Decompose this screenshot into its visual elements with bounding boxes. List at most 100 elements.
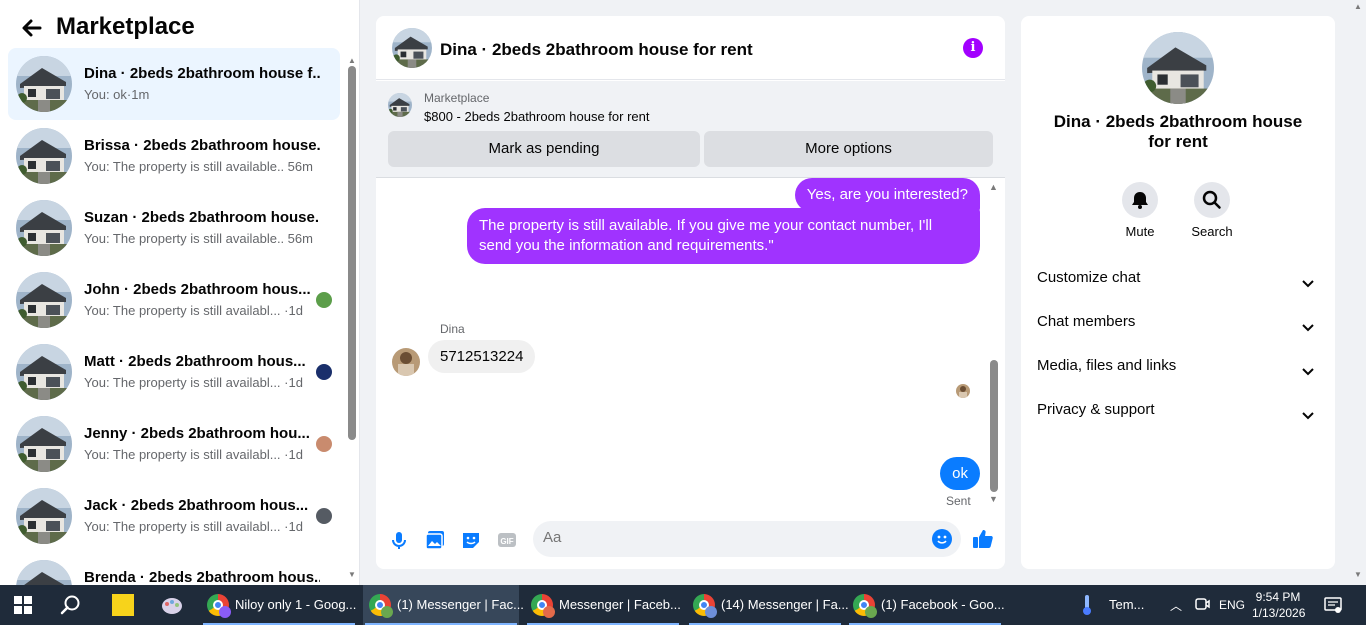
chevron-up-icon[interactable]: ︿ [1170,597,1182,614]
outgoing-message: The property is still available. If you … [467,208,980,264]
listing-title[interactable]: $800 - 2beds 2bathroom house for rent [424,109,649,124]
message-input-box[interactable] [533,521,961,557]
section-label: Chat members [1037,313,1136,330]
scrollbar-thumb[interactable] [348,66,356,440]
page-scroll-up-arrow-icon[interactable]: ▲ [1354,2,1362,11]
chevron-down-icon [1301,358,1315,376]
conversation-preview: You: The property is still availabl... ·… [84,303,303,318]
conversation-name: Matt · 2beds 2bathroom hous... [84,353,306,370]
conversation-time: 1d [288,375,303,390]
customize-chat-section[interactable]: Customize chat [1037,262,1319,294]
back-arrow-icon[interactable] [18,14,46,42]
conversation-item[interactable]: Brenda · 2beds 2bathroom hous... [8,552,340,585]
preview-text: You: The property is still availabl... [84,447,281,462]
conversation-item[interactable]: Jack · 2beds 2bathroom hous... You: The p… [8,480,340,552]
chat-title[interactable]: Dina · 2beds 2bathroom house for rent [440,40,753,60]
conversation-name: Suzan · 2beds 2bathroom house... [84,209,320,226]
photo-icon[interactable] [424,529,446,551]
conversation-name: Jenny · 2beds 2bathroom hou... [84,425,310,442]
search-icon [1194,182,1230,218]
emoji-icon[interactable] [932,529,952,549]
meet-now-icon[interactable] [1194,596,1210,612]
chevron-down-icon [1301,314,1315,332]
conversation-item[interactable]: Suzan · 2beds 2bathroom house... You: The… [8,192,340,264]
sticky-notes-icon[interactable] [112,594,134,616]
taskbar-chrome-window[interactable]: (1) Messenger | Fac... [363,585,524,625]
profile-badge-icon [705,606,717,618]
scroll-up-arrow-icon[interactable]: ▲ [348,56,356,65]
page-scroll-down-arrow-icon[interactable]: ▼ [1354,570,1362,579]
conversation-avatar [16,560,72,585]
conversation-item[interactable]: Dina · 2beds 2bathroom house f... You: ok… [8,48,340,120]
message-thread: ▲ Yes, are you interested? The property … [376,178,1005,516]
mute-button[interactable]: Mute [1110,182,1170,239]
conversation-name: Brenda · 2beds 2bathroom hous... [84,569,320,585]
chevron-down-icon [1301,270,1315,288]
outgoing-message: ok [940,457,980,490]
search-label: Search [1191,224,1233,239]
preview-text: You: The property is still availabl... [84,519,281,534]
conversation-details-panel: Dina · 2beds 2bathroom house for rent Mu… [1021,16,1335,569]
info-icon[interactable]: i [963,38,983,58]
mute-label: Mute [1125,224,1155,239]
incoming-message: 5712513224 [428,340,536,373]
conversation-name: Jack · 2beds 2bathroom hous... [84,497,309,514]
sender-avatar[interactable] [392,348,420,376]
conversation-item[interactable]: Matt · 2beds 2bathroom hous... You: The p… [8,336,340,408]
profile-badge-icon [865,606,877,618]
profile-badge-icon [381,606,393,618]
windows-start-icon[interactable] [14,596,32,614]
scrollbar-thumb[interactable] [990,360,998,492]
privacy-support-section[interactable]: Privacy & support [1037,394,1319,426]
read-receipt-avatar [316,436,332,452]
preview-text: You: The property is still availabl... [84,303,281,318]
chat-header: Dina · 2beds 2bathroom house for rent i [376,16,1005,80]
paint-icon[interactable] [160,594,184,616]
notification-icon[interactable] [1324,596,1342,614]
taskbar-chrome-window[interactable]: (1) Facebook - Goo... [847,585,1005,625]
preview-text: You: The property is still availabl... [84,375,281,390]
weather-text[interactable]: Tem... [1109,585,1144,625]
mark-as-pending-button[interactable]: Mark as pending [388,131,700,167]
thumbs-up-icon[interactable] [972,528,994,550]
scroll-down-arrow-icon[interactable]: ▼ [348,570,356,579]
microphone-icon[interactable] [388,529,410,551]
chat-avatar[interactable] [392,28,432,68]
conversation-list: Dina · 2beds 2bathroom house f... You: ok… [8,48,340,585]
marketplace-listing-bar: Marketplace $800 - 2beds 2bathroom house… [376,81,1005,178]
conversation-preview: You: The property is still available....… [84,159,313,174]
profile-avatar[interactable] [1142,32,1214,104]
taskbar-chrome-window[interactable]: Niloy only 1 - Goog... [201,585,357,625]
search-icon[interactable] [60,594,82,616]
conversation-item[interactable]: Brissa · 2beds 2bathroom house... You: Th… [8,120,340,192]
more-options-button[interactable]: More options [704,131,993,167]
clock[interactable]: 9:54 PM 1/13/2026 [1252,589,1306,621]
gif-icon[interactable]: GIF [496,529,518,551]
conversation-avatar [16,488,72,544]
language-indicator[interactable]: ENG [1219,585,1245,625]
message-input[interactable] [543,529,913,546]
chat-members-section[interactable]: Chat members [1037,306,1319,338]
scroll-up-arrow-icon[interactable]: ▲ [989,182,998,192]
thermometer-icon[interactable] [1080,593,1094,617]
conversation-preview: You: ok·1m [84,87,149,102]
taskbar-chrome-window[interactable]: (14) Messenger | Fa... [687,585,849,625]
media-files-links-section[interactable]: Media, files and links [1037,350,1319,382]
conversation-item[interactable]: Jenny · 2beds 2bathroom hou... You: The p… [8,408,340,480]
separator: · [280,303,289,318]
listing-thumbnail[interactable] [388,93,412,117]
profile-badge-icon [543,606,555,618]
preview-text: You: The property is still available.... [84,159,284,174]
conversation-time: 1d [288,447,303,462]
sticker-icon[interactable] [460,529,482,551]
search-button[interactable]: Search [1182,182,1242,239]
bell-icon [1122,182,1158,218]
taskbar-chrome-window[interactable]: Messenger | Faceb... [525,585,681,625]
sidebar-scrollbar[interactable]: ▲ ▼ [347,56,357,581]
clock-date: 1/13/2026 [1252,606,1306,620]
scroll-down-arrow-icon[interactable]: ▼ [989,494,998,504]
conversation-preview: You: The property is still availabl... ·… [84,375,303,390]
separator: · [280,447,289,462]
conversation-item[interactable]: John · 2beds 2bathroom hous... You: The p… [8,264,340,336]
conversation-time: 1d [288,303,303,318]
